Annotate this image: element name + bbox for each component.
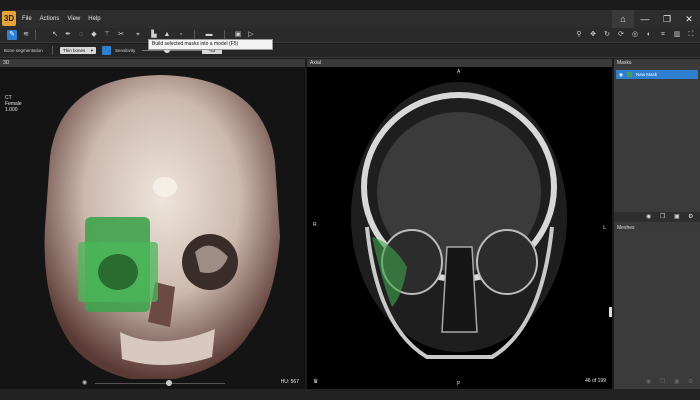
orientation-left: R xyxy=(313,222,317,228)
tooltip: Build selected masks into a model (F5) xyxy=(148,39,273,50)
tool-options-bar: Bone segmentation Thin bones ▾ Sensitivi… xyxy=(0,44,700,58)
skull-render xyxy=(44,75,280,379)
restore-icon[interactable]: ❐ xyxy=(656,10,678,28)
slice-counter: 46 of 199 xyxy=(585,378,606,384)
view-axial[interactable]: A R L P ♛ 46 of 199 xyxy=(307,67,612,389)
scan-scale: 1.000 xyxy=(5,107,18,113)
fullscreen-icon[interactable]: ⛶ xyxy=(686,30,696,40)
duplicate-icon[interactable]: ❐ xyxy=(660,377,665,387)
menu-file[interactable]: File xyxy=(22,10,32,28)
crop-icon[interactable]: ⌗ xyxy=(658,30,668,40)
target-icon[interactable]: ◎ xyxy=(630,30,640,40)
layout-icon[interactable]: ▥ xyxy=(672,30,682,40)
move-icon[interactable]: ✥ xyxy=(588,30,598,40)
close-icon[interactable]: ✕ xyxy=(678,10,700,28)
hu-readout: HU: 567 xyxy=(280,379,299,385)
title-bar: 3D File Actions View Help ⌂ — ❐ ✕ xyxy=(0,10,700,28)
window-controls: ⌂ — ❐ ✕ xyxy=(612,10,700,28)
eye-icon[interactable]: ◉ xyxy=(619,70,623,79)
auto-sensitivity-icon[interactable] xyxy=(102,46,111,55)
visibility-icon[interactable]: ◉ xyxy=(646,212,651,222)
axial-ct-slice xyxy=(351,82,567,359)
crown-icon[interactable]: ♛ xyxy=(313,378,323,385)
eye-icon[interactable]: ◉ xyxy=(82,380,92,386)
pen-icon[interactable]: ✒ xyxy=(63,30,73,40)
contrast-icon[interactable]: ◐ xyxy=(644,30,654,40)
sensitivity-slider[interactable] xyxy=(142,50,202,51)
nasal-septum-shape xyxy=(441,246,478,333)
main-toolbar: ✎ ≋ ↖ ✒ ◌ ◆ ⚚ ✂ ⌖ ▙ ▲ ▫ ▬ ▣ ▷ ⚲ ✥ ↻ ⟳ ◎ … xyxy=(0,28,700,43)
view-3d[interactable]: CT Female 1.000 ◉ HU: 567 xyxy=(0,67,305,389)
sensitivity-label: Sensitivity xyxy=(115,48,136,53)
mask-item[interactable]: ◉ New Mask xyxy=(616,70,698,79)
duplicate-icon[interactable]: ❐ xyxy=(660,212,665,222)
refresh-icon[interactable]: ⟳ xyxy=(616,30,626,40)
meshes-header: Meshes xyxy=(614,224,700,232)
app-logo: 3D xyxy=(2,11,16,26)
home-icon[interactable]: ⌂ xyxy=(612,10,634,28)
scan-info: CT Female 1.000 xyxy=(5,95,22,113)
masks-actions-bar: ◉ ❐ ▣ ⚙ xyxy=(614,212,700,222)
fill-icon[interactable]: ◆ xyxy=(89,30,99,40)
rotate-icon[interactable]: ↻ xyxy=(602,30,612,40)
toolbar-divider xyxy=(35,30,36,40)
mask-name: New Mask xyxy=(636,72,658,77)
pointer-icon[interactable]: ↖ xyxy=(50,30,60,40)
orientation-bottom: P xyxy=(457,381,461,387)
opacity-slider[interactable] xyxy=(95,383,225,384)
layers-icon[interactable]: ≋ xyxy=(21,30,31,40)
minimize-icon[interactable]: — xyxy=(634,10,656,28)
status-bar xyxy=(0,389,700,400)
options-divider xyxy=(52,46,53,55)
forehead-highlight xyxy=(153,177,177,197)
slice-scrollbar-thumb[interactable] xyxy=(609,307,612,317)
chevron-down-icon: ▾ xyxy=(90,48,93,53)
magic-wand-icon[interactable]: ⚚ xyxy=(102,30,112,40)
crosshair-icon[interactable]: ⌖ xyxy=(133,30,143,40)
tool-label: Bone segmentation xyxy=(4,48,43,53)
zoom-icon[interactable]: ⚲ xyxy=(574,30,584,40)
settings-icon[interactable]: ⚙ xyxy=(688,377,693,387)
preset-select[interactable]: Thin bones ▾ xyxy=(60,47,96,54)
lasso-icon[interactable]: ◌ xyxy=(76,30,86,40)
menu-help[interactable]: Help xyxy=(88,10,100,28)
split-icon[interactable]: ✂ xyxy=(116,30,126,40)
export-icon[interactable]: ▣ xyxy=(674,377,680,387)
mask-orbit-shadow xyxy=(98,254,138,290)
preset-select-value: Thin bones xyxy=(63,48,86,53)
brush-tool-icon[interactable]: ✎ xyxy=(7,30,17,40)
export-icon[interactable]: ▣ xyxy=(674,212,680,222)
mask-color-swatch[interactable] xyxy=(627,72,632,77)
masks-header: Masks xyxy=(614,59,700,67)
opacity-slider-handle[interactable] xyxy=(166,380,172,386)
meshes-actions-bar: ◉ ❐ ▣ ⚙ xyxy=(614,377,700,387)
orientation-right: L xyxy=(603,225,606,231)
view3d-header: 3D xyxy=(0,59,305,67)
axial-header: Axial xyxy=(307,59,612,67)
visibility-icon[interactable]: ◉ xyxy=(646,377,651,387)
menu-view[interactable]: View xyxy=(67,10,80,28)
menu-actions[interactable]: Actions xyxy=(40,10,60,28)
right-panel: Masks ◉ New Mask ◉ ❐ ▣ ⚙ Meshes ◉ ❐ ▣ ⚙ xyxy=(614,59,700,400)
settings-icon[interactable]: ⚙ xyxy=(688,212,693,222)
orientation-top: A xyxy=(457,69,461,75)
skull-cranium-shape xyxy=(44,75,280,379)
right-orbit-shape xyxy=(476,229,538,295)
menu-bar: File Actions View Help xyxy=(22,10,109,28)
